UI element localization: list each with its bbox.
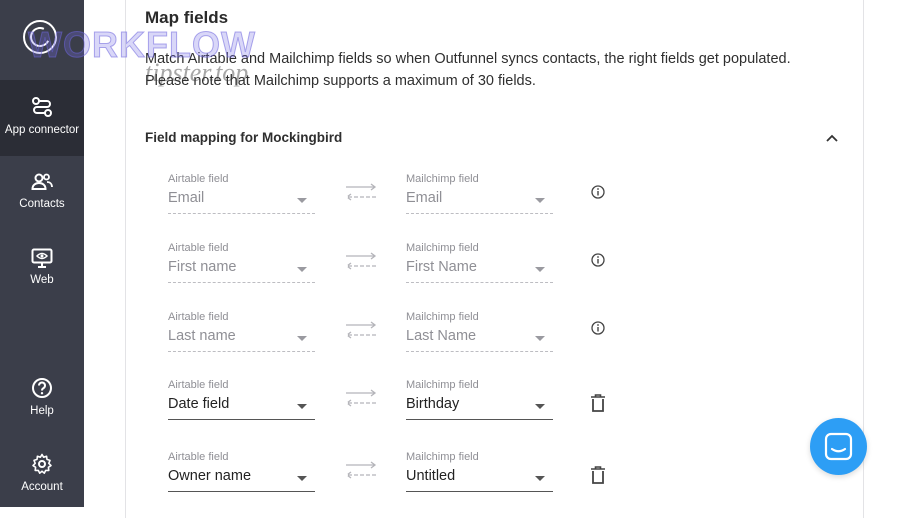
field-label: Airtable field (168, 173, 229, 185)
field-value: Last name (168, 328, 236, 344)
chevron-up-icon[interactable] (824, 130, 840, 146)
field-label: Mailchimp field (406, 242, 479, 254)
section-title: Field mapping for Mockingbird (145, 130, 343, 145)
airtable-field-select: Airtable field Last name (168, 311, 315, 361)
field-value: First name (168, 259, 237, 275)
info-icon[interactable] (588, 182, 608, 202)
field-value: Birthday (406, 396, 460, 412)
sidebar-item-app-connector[interactable]: App connector (0, 80, 84, 156)
field-label: Mailchimp field (406, 379, 479, 391)
description-text: Match Airtable and Mailchimp fields so w… (145, 51, 791, 89)
sync-arrows-icon (345, 252, 377, 270)
field-value: Email (168, 190, 205, 206)
field-label: Airtable field (168, 311, 229, 323)
chat-launcher-button[interactable] (810, 418, 867, 475)
caret-down-icon (297, 267, 307, 272)
caret-down-icon (297, 336, 307, 341)
field-value: Email (406, 190, 443, 206)
mailchimp-field-select[interactable]: Mailchimp field Untitled (406, 451, 553, 501)
field-value: Untitled (406, 468, 456, 484)
caret-down-icon[interactable] (535, 476, 545, 481)
field-mapping-row: Airtable field Date field Mailchimp fiel… (0, 379, 900, 429)
sync-arrows-icon (345, 389, 377, 407)
mailchimp-field-select: Mailchimp field Email (406, 173, 553, 223)
airtable-field-select: Airtable field First name (168, 242, 315, 292)
airtable-field-select[interactable]: Airtable field Owner name (168, 451, 315, 501)
field-label: Airtable field (168, 379, 229, 391)
field-label: Airtable field (168, 451, 229, 463)
field-label: Mailchimp field (406, 311, 479, 323)
field-label: Mailchimp field (406, 173, 479, 185)
field-label: Mailchimp field (406, 451, 479, 463)
field-value: Owner name (168, 468, 252, 484)
field-mapping-row: Airtable field Owner name Mailchimp fiel… (0, 451, 900, 501)
app-connector-icon (32, 97, 52, 117)
caret-down-icon[interactable] (297, 404, 307, 409)
airtable-field-select: Airtable field Email (168, 173, 315, 223)
field-label: Airtable field (168, 242, 229, 254)
field-mapping-row: Airtable field Last name Mailchimp field… (0, 311, 900, 361)
info-icon[interactable] (588, 318, 608, 338)
field-value: Last Name (406, 328, 477, 344)
chat-icon (824, 432, 853, 461)
mailchimp-field-select: Mailchimp field Last Name (406, 311, 553, 361)
sync-arrows-icon (345, 461, 377, 479)
sidebar-item-label: App connector (4, 124, 80, 136)
caret-down-icon (297, 198, 307, 203)
field-value: Date field (168, 396, 230, 412)
caret-down-icon (535, 198, 545, 203)
field-mapping-row: Airtable field First name Mailchimp fiel… (0, 242, 900, 292)
outfunnel-logo[interactable] (23, 20, 57, 54)
field-value: First Name (406, 259, 477, 275)
sync-arrows-icon (345, 183, 377, 201)
mailchimp-field-select[interactable]: Mailchimp field Birthday (406, 379, 553, 429)
caret-down-icon[interactable] (535, 404, 545, 409)
caret-down-icon (535, 267, 545, 272)
mailchimp-field-select: Mailchimp field First Name (406, 242, 553, 292)
caret-down-icon (535, 336, 545, 341)
trash-icon[interactable] (588, 465, 608, 485)
airtable-field-select[interactable]: Airtable field Date field (168, 379, 315, 429)
caret-down-icon[interactable] (297, 476, 307, 481)
page-title: Map fields (145, 8, 229, 27)
field-mapping-row: Airtable field Email Mailchimp field Ema… (0, 173, 900, 223)
info-icon[interactable] (588, 250, 608, 270)
sync-arrows-icon (345, 321, 377, 339)
trash-icon[interactable] (588, 393, 608, 413)
